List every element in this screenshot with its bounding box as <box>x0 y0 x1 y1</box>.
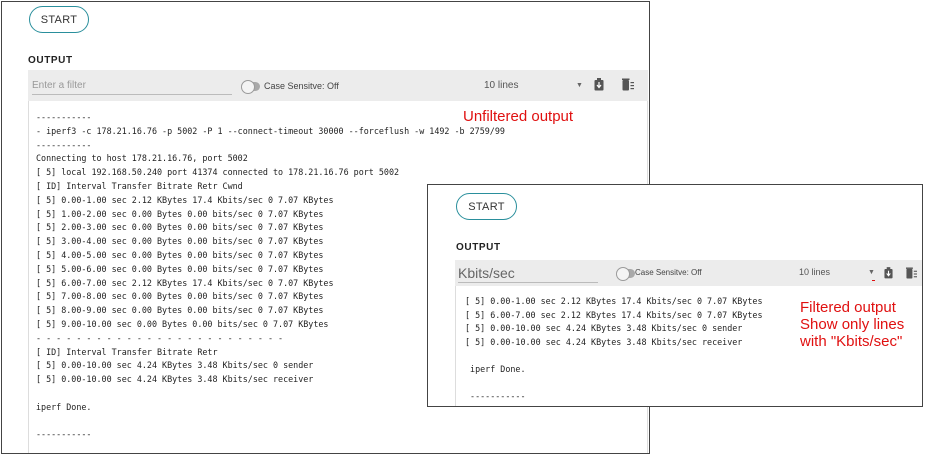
lines-select[interactable]: 10 lines <box>799 267 875 277</box>
case-sensitive-toggle[interactable] <box>241 80 260 94</box>
start-button[interactable]: START <box>456 193 517 220</box>
chevron-down-icon[interactable]: ▼ <box>868 269 875 276</box>
lines-select[interactable]: 10 lines <box>484 80 584 91</box>
output-line: iperf Done. <box>465 363 526 374</box>
output-toolbar: Case Sensitve: Off 10 lines ▼ <box>455 260 922 286</box>
case-sensitive-label: Case Sensitve: Off <box>264 81 339 91</box>
chevron-down-icon[interactable]: ▼ <box>576 82 583 89</box>
output-line: Connecting to host 178.21.16.76, port 50… <box>36 153 248 164</box>
annotation-line: Show only lines <box>800 316 905 333</box>
annotation-line: with "Kbits/sec" <box>800 333 903 350</box>
output-label: OUTPUT <box>28 55 73 66</box>
output-label: OUTPUT <box>456 242 501 253</box>
output-line: - iperf3 -c 178.21.16.76 -p 5002 -P 1 --… <box>36 125 505 136</box>
case-sensitive-toggle[interactable] <box>616 267 635 281</box>
output-line: ----------- <box>36 429 92 440</box>
output-line: ----------- <box>36 139 92 150</box>
clear-output-icon[interactable] <box>906 266 917 284</box>
annotation-filtered: Filtered output Show only lines with "Kb… <box>800 299 904 350</box>
output-toolbar: Case Sensitve: Off 10 lines ▼ <box>28 70 648 101</box>
start-button[interactable]: START <box>29 6 89 33</box>
annotation-line: Filtered output <box>800 299 896 316</box>
console-panel-filtered: START OUTPUT Case Sensitve: Off 10 lines… <box>427 184 923 407</box>
output-line: ----------- <box>465 391 526 402</box>
output-line: [ 5] local 192.168.50.240 port 41374 con… <box>36 167 400 178</box>
filter-input[interactable] <box>458 263 598 283</box>
annotation-unfiltered: Unfiltered output <box>463 108 574 125</box>
case-sensitive-label: Case Sensitve: Off <box>635 268 702 277</box>
download-icon[interactable] <box>594 78 604 96</box>
filter-input[interactable] <box>32 77 232 95</box>
annotation-mark <box>872 280 875 281</box>
download-icon[interactable] <box>884 266 893 284</box>
clear-output-icon[interactable] <box>622 78 634 96</box>
